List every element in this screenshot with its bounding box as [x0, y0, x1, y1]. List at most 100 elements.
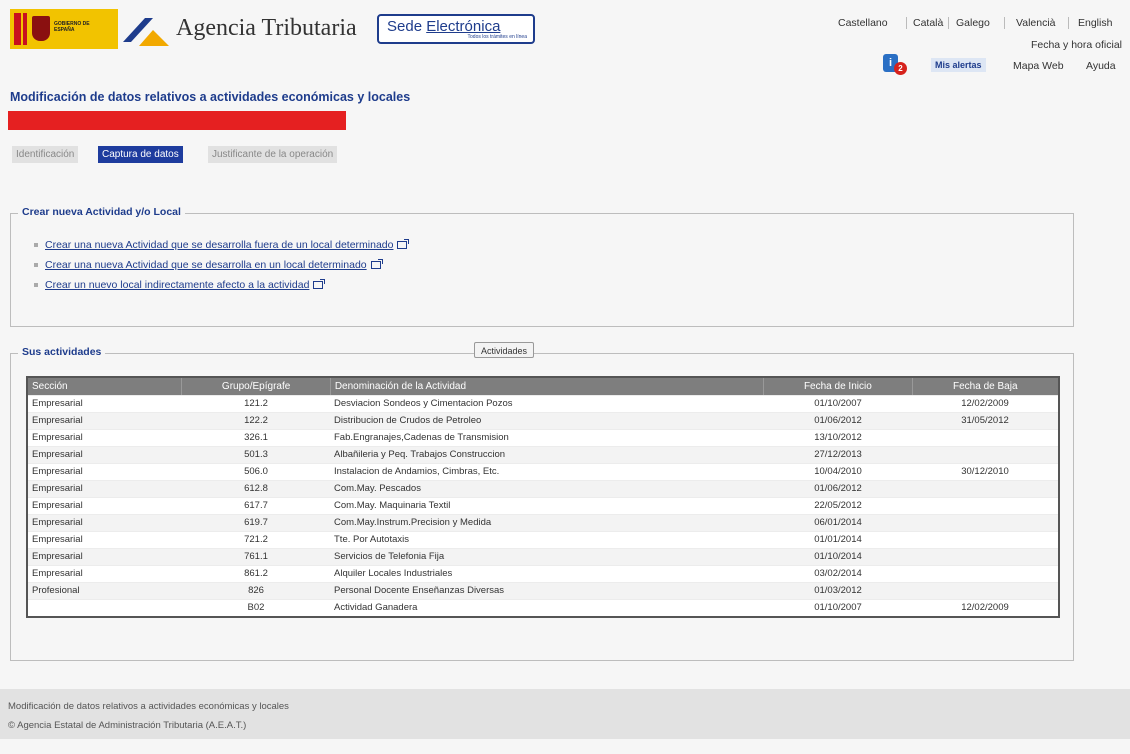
cell-denominacion: Com.May.Instrum.Precision y Medida — [334, 517, 492, 528]
cell-denominacion: Personal Docente Enseñanzas Diversas — [334, 585, 505, 596]
alerts-icon[interactable]: i 2 — [883, 54, 908, 76]
cell-grupo-epigrafe: 761.1 — [244, 551, 268, 562]
cell-seccion: Empresarial — [32, 415, 83, 426]
cell-denominacion: Tte. Por Autotaxis — [334, 534, 409, 545]
table-row[interactable]: Empresarial 506.0 Instalacion de Andamios,… — [28, 463, 1058, 480]
col-denominacion[interactable]: Denominación de la Actividad — [331, 378, 765, 395]
link-actividad-fuera-local[interactable]: Crear una nueva Actividad que se desarro… — [34, 239, 410, 251]
cell-fecha-baja — [912, 447, 1058, 463]
cell-grupo-epigrafe: 506.0 — [244, 466, 268, 477]
cell-fecha-inicio: 27/12/2013 — [814, 449, 862, 460]
table-row[interactable]: Empresarial 121.2 Desviacion Sondeos y Cim… — [28, 395, 1058, 412]
lang-galego[interactable]: Galego — [956, 17, 990, 29]
cell-denominacion: Instalacion de Andamios, Cimbras, Etc. — [334, 466, 500, 477]
lang-castellano[interactable]: Castellano — [838, 17, 888, 29]
cell-denominacion: Albañileria y Peq. Trabajos Construccion — [334, 449, 506, 460]
brand-title[interactable]: Agencia Tributaria — [176, 15, 357, 42]
table-row[interactable]: Empresarial 721.2 Tte. Por Autotaxis 01/01/… — [28, 531, 1058, 548]
cell-grupo-epigrafe: 612.8 — [244, 483, 268, 494]
mis-alertas-link[interactable]: Mis alertas — [931, 58, 986, 72]
col-grupo-epigrafe[interactable]: Grupo/Epígrafe — [182, 378, 331, 395]
cell-fecha-baja — [912, 583, 1058, 599]
coat-of-arms-icon — [32, 16, 50, 41]
cell-fecha-inicio: 01/06/2012 — [814, 415, 862, 426]
cell-fecha-baja: 12/02/2009 — [961, 602, 1009, 613]
cell-denominacion: Desviacion Sondeos y Cimentacion Pozos — [334, 398, 513, 409]
step-justificante: Justificante de la operación — [208, 146, 338, 163]
cell-seccion — [28, 600, 182, 616]
cell-seccion: Empresarial — [32, 551, 83, 562]
cell-seccion: Empresarial — [32, 568, 83, 579]
cell-fecha-inicio: 22/05/2012 — [814, 500, 862, 511]
cell-seccion: Profesional — [32, 585, 80, 596]
cell-seccion: Empresarial — [32, 398, 83, 409]
mapa-web-link[interactable]: Mapa Web — [1013, 60, 1064, 72]
logo-text: GOBIERNO DE ESPAÑA — [54, 21, 90, 33]
cell-denominacion: Alquiler Locales Industriales — [334, 568, 453, 579]
cell-grupo-epigrafe: 861.2 — [244, 568, 268, 579]
table-row[interactable]: Profesional 826 Personal Docente Enseñanza… — [28, 582, 1058, 599]
cell-denominacion: Servicios de Telefonia Fija — [334, 551, 445, 562]
table-row[interactable]: B02 Actividad Ganadera 01/10/2007 12/02/200… — [28, 599, 1058, 616]
table-row[interactable]: Empresarial 617.7 Com.May. Maquinaria Text… — [28, 497, 1058, 514]
cell-fecha-inicio: 13/10/2012 — [814, 432, 862, 443]
cell-fecha-inicio: 01/10/2007 — [814, 602, 862, 613]
table-row[interactable]: Empresarial 122.2 Distribucion de Crudos d… — [28, 412, 1058, 429]
cell-grupo-epigrafe: 121.2 — [244, 398, 268, 409]
cell-fecha-baja: 12/02/2009 — [961, 398, 1009, 409]
redacted-name-bar — [8, 111, 346, 130]
lang-english[interactable]: English — [1078, 17, 1112, 29]
cell-seccion: Empresarial — [32, 432, 83, 443]
cell-fecha-inicio: 01/10/2007 — [814, 398, 862, 409]
cell-grupo-epigrafe: 326.1 — [244, 432, 268, 443]
footer-page-name: Modificación de datos relativos a activi… — [8, 701, 289, 712]
cell-grupo-epigrafe: 619.7 — [244, 517, 268, 528]
table-row[interactable]: Empresarial 761.1 Servicios de Telefonia F… — [28, 548, 1058, 565]
cell-fecha-inicio: 01/03/2012 — [814, 585, 862, 596]
link-nuevo-local[interactable]: Crear un nuevo local indirectamente afec… — [34, 279, 326, 291]
cell-denominacion: Fab.Engranajes,Cadenas de Transmision — [334, 432, 509, 443]
table-header: Sección Grupo/Epígrafe Denominación de l… — [28, 378, 1058, 395]
ayuda-link[interactable]: Ayuda — [1086, 60, 1116, 72]
cell-fecha-baja — [912, 498, 1058, 514]
sede-electronica-logo[interactable]: Sede Electrónica Todos los trámites en l… — [377, 14, 535, 44]
actividades-button[interactable]: Actividades — [474, 342, 535, 358]
table-row[interactable]: Empresarial 326.1 Fab.Engranajes,Cadenas d… — [28, 429, 1058, 446]
external-link-icon — [370, 259, 383, 270]
gobierno-logo[interactable]: GOBIERNO DE ESPAÑA — [10, 9, 118, 49]
col-fecha-inicio[interactable]: Fecha de Inicio — [764, 378, 913, 395]
cell-denominacion: Actividad Ganadera — [334, 602, 418, 613]
cell-fecha-baja — [912, 430, 1058, 446]
table-row[interactable]: Empresarial 612.8 Com.May. Pescados 01/06/2… — [28, 480, 1058, 497]
cell-fecha-inicio: 03/02/2014 — [814, 568, 862, 579]
actividades-legend: Sus actividades — [18, 346, 106, 358]
cell-fecha-baja — [912, 566, 1058, 582]
col-fecha-baja[interactable]: Fecha de Baja — [913, 378, 1058, 395]
aeat-logo-icon — [123, 18, 169, 46]
link-actividad-en-local[interactable]: Crear una nueva Actividad que se desarro… — [34, 259, 383, 271]
cell-fecha-inicio: 10/04/2010 — [814, 466, 862, 477]
table-row[interactable]: Empresarial 861.2 Alquiler Locales Industr… — [28, 565, 1058, 582]
table-row[interactable]: Empresarial 619.7 Com.May.Instrum.Precisio… — [28, 514, 1058, 531]
cell-fecha-baja — [912, 515, 1058, 531]
cell-fecha-baja: 30/12/2010 — [961, 466, 1009, 477]
cell-grupo-epigrafe: 122.2 — [244, 415, 268, 426]
step-identificacion: Identificación — [12, 146, 79, 163]
external-link-icon — [313, 279, 326, 290]
cell-seccion: Empresarial — [32, 466, 83, 477]
footer: Modificación de datos relativos a activi… — [0, 689, 1130, 739]
lang-catala[interactable]: Català — [913, 17, 943, 29]
cell-fecha-baja — [912, 549, 1058, 565]
cell-fecha-inicio: 01/06/2012 — [814, 483, 862, 494]
cell-denominacion: Distribucion de Crudos de Petroleo — [334, 415, 482, 426]
table-row[interactable]: Empresarial 501.3 Albañileria y Peq. Traba… — [28, 446, 1058, 463]
fecha-hora-link[interactable]: Fecha y hora oficial — [1031, 39, 1122, 51]
page-title: Modificación de datos relativos a activi… — [10, 90, 411, 104]
lang-valencia[interactable]: Valencià — [1016, 17, 1056, 29]
cell-grupo-epigrafe: 501.3 — [244, 449, 268, 460]
step-captura-datos: Captura de datos — [98, 146, 183, 163]
cell-fecha-inicio: 01/01/2014 — [814, 534, 862, 545]
cell-seccion: Empresarial — [32, 534, 83, 545]
cell-seccion: Empresarial — [32, 449, 83, 460]
col-seccion[interactable]: Sección — [28, 378, 183, 395]
